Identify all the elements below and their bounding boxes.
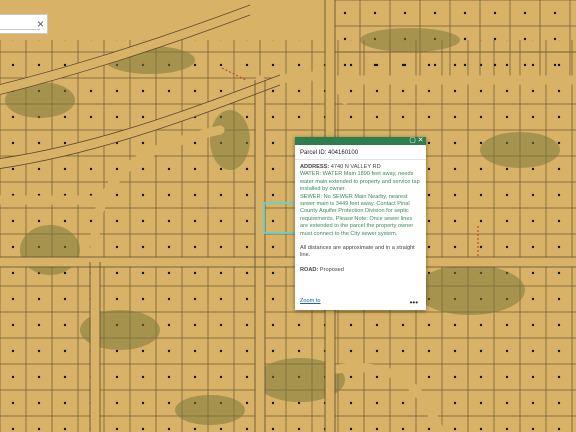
parcel-popup: ▢ ✕ Parcel ID: 404160100 ADDRESS: 4740 N… — [295, 137, 426, 310]
distance-note: All distances are approximate and in a s… — [300, 245, 415, 259]
popup-content: ADDRESS: 4740 N VALLEY RD WATER: WATER M… — [295, 160, 426, 296]
address-label: ADDRESS: — [300, 164, 330, 170]
parcel-id-title: Parcel ID: 404160100 — [295, 145, 426, 160]
road-value: Proposed — [319, 266, 344, 273]
search-input[interactable] — [0, 29, 40, 33]
zoom-to-link[interactable]: Zoom to — [300, 298, 321, 304]
popup-header: ▢ ✕ — [295, 137, 426, 145]
sewer-info: SEWER: No SEWER Main Nearby, nearest sew… — [300, 193, 414, 237]
close-icon[interactable]: ✕ — [417, 137, 424, 144]
maximize-icon[interactable]: ▢ — [409, 137, 416, 144]
search-box[interactable]: × — [0, 14, 48, 34]
close-icon[interactable]: × — [37, 18, 44, 30]
address-value: 4740 N VALLEY RD — [330, 164, 381, 170]
road-label: ROAD: — [300, 266, 319, 273]
water-info: WATER: WATER Main 1890 feet away, needs … — [300, 171, 420, 193]
map-canvas[interactable] — [0, 0, 576, 432]
more-options-icon[interactable]: ••• — [410, 299, 418, 307]
